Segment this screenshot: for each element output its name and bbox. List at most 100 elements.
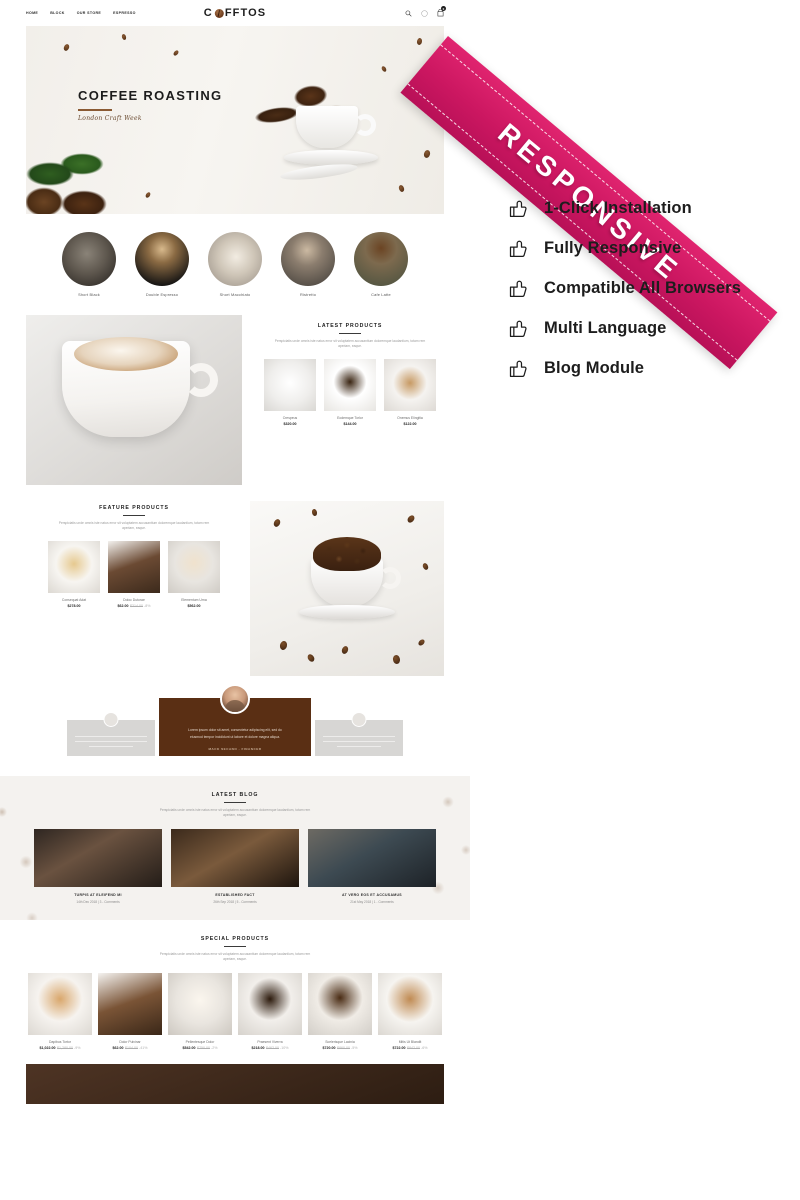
product-card[interactable]: Elementum Urna $562.00 xyxy=(168,541,220,608)
feature-label: Multi Language xyxy=(544,318,667,337)
product-image xyxy=(384,359,436,412)
category-item[interactable]: Cafe Latte xyxy=(354,232,408,297)
price-discount: -10% xyxy=(280,1046,289,1051)
product-image xyxy=(308,973,372,1036)
feature-label: Fully Responsive xyxy=(544,238,682,257)
feature-item: Blog Module xyxy=(508,348,788,388)
bean-decoration xyxy=(144,191,152,199)
product-price: $122.00 xyxy=(403,422,417,427)
product-name: Pellentesque Dolor xyxy=(185,1040,215,1045)
feature-item: 1-Click Installation xyxy=(508,188,788,228)
product-card[interactable]: Crespeus $320.00 xyxy=(264,359,316,426)
thumbs-up-icon xyxy=(508,198,528,218)
category-label: Ristretto xyxy=(299,292,317,297)
category-thumbnail xyxy=(354,232,408,286)
product-price: $562.00 xyxy=(187,604,201,609)
coffee-bean-icon xyxy=(214,8,224,18)
category-label: Double Espresso xyxy=(145,292,179,297)
cart-count-badge: 0 xyxy=(441,6,446,11)
section-subtitle: Perspiciatis unde omnis iste natus error… xyxy=(159,807,311,818)
section-divider xyxy=(224,945,246,947)
category-item[interactable]: Short Macchiato xyxy=(208,232,262,297)
blog-post-meta: 14th Dec 2018 | 3 - Comments xyxy=(76,900,120,905)
testimonial-text: Lorem ipsum dolor sit amet, consectetur … xyxy=(188,728,282,739)
section-divider xyxy=(224,801,246,803)
product-card[interactable]: Onemus Elingitia $122.00 xyxy=(384,359,436,426)
blog-post-card[interactable]: ESTABLISHED FACT 26th Sep 2018 | 5 - Com… xyxy=(171,829,299,904)
product-price: $62.00 $104.00-41% xyxy=(98,1046,162,1050)
testimonial-card-previous[interactable] xyxy=(67,712,155,756)
category-item[interactable]: Double Espresso xyxy=(135,232,189,297)
product-image xyxy=(378,973,442,1036)
product-card[interactable]: Mitis Ut Blandit $722.00 $842.00-6% xyxy=(378,973,442,1050)
thumbs-up-icon xyxy=(508,358,528,378)
product-image xyxy=(168,541,220,594)
section-subtitle: Perspiciatis unde omnis iste natus error… xyxy=(159,951,311,962)
promo-panel: RESPONSIVE 1-Click Installation Fully Re… xyxy=(400,0,800,1200)
product-name: Elementum Urna xyxy=(181,598,207,603)
price-discount: -41% xyxy=(139,1046,148,1051)
latte-feature-image xyxy=(26,315,242,485)
blog-post-card[interactable]: TURPIS AT ELEIFEND MI 14th Dec 2018 | 3 … xyxy=(34,829,162,904)
product-card[interactable]: Pellentesque Dolor $542.00 $750.00-2% xyxy=(168,973,232,1050)
price-current: $1,022.00 xyxy=(39,1046,56,1051)
bean-decoration xyxy=(62,43,71,52)
category-thumbnail xyxy=(208,232,262,286)
cart-icon[interactable]: 0 xyxy=(437,6,446,17)
section-title: SPECIAL PRODUCTS xyxy=(200,936,270,943)
price-original: $462.00 xyxy=(266,1046,280,1051)
nav-item-block[interactable]: BLOCK xyxy=(50,11,65,15)
blog-post-image xyxy=(34,829,162,888)
section-title: LATEST BLOG xyxy=(211,792,259,798)
hero-leaf-decoration xyxy=(26,144,114,214)
product-image xyxy=(238,973,302,1036)
product-name: Mitis Ut Blandit xyxy=(398,1040,422,1045)
category-thumbnail xyxy=(62,232,116,286)
category-item[interactable]: Ristretto xyxy=(281,232,335,297)
product-image xyxy=(28,973,92,1036)
price-original: $860.00 xyxy=(337,1046,351,1051)
main-navigation[interactable]: HOME BLOCK OUR STORE ESPRESSO xyxy=(26,11,136,15)
price-current: $62.00 xyxy=(112,1046,124,1051)
product-name: Crespeus xyxy=(282,416,298,421)
testimonial-author: MACK SECANO - FINANCER xyxy=(208,747,262,751)
product-card[interactable]: Eodemque Torlor $144.00 xyxy=(324,359,376,426)
search-icon[interactable] xyxy=(405,10,412,17)
product-card[interactable]: Dolor Pulvinar $62.00 $104.00-41% xyxy=(98,973,162,1050)
blog-post-card[interactable]: AT VERO EOS ET ACCUSAMUS 21st May 2018 |… xyxy=(308,829,436,904)
blog-post-meta: 26th Sep 2018 | 5 - Comments xyxy=(213,900,257,905)
user-icon[interactable] xyxy=(421,9,428,17)
price-original: $104.00 xyxy=(125,1046,139,1051)
testimonial-card-next[interactable] xyxy=(315,712,403,756)
product-card[interactable]: Dapibus Tortor $1,022.00 $1,280.00-9% xyxy=(28,973,92,1050)
coffee-beans-feature-image xyxy=(250,501,444,676)
latest-blog-section: LATEST BLOG Perspiciatis unde omnis iste… xyxy=(0,776,470,921)
avatar xyxy=(103,712,119,727)
product-image xyxy=(168,973,232,1036)
desktop-preview: HOME BLOCK OUR STORE ESPRESSO C FFTOS 0 xyxy=(0,0,470,1200)
product-card[interactable]: Consequat Adat $278.00 xyxy=(48,541,100,608)
header-tools: 0 xyxy=(405,6,446,17)
product-card[interactable]: Doloc Dutorae $62.00 $314.00-8% xyxy=(108,541,160,608)
category-label: Short Macchiato xyxy=(219,292,251,297)
category-thumbnail xyxy=(281,232,335,286)
product-image xyxy=(108,541,160,594)
category-list: Short Black Double Espresso Short Macchi… xyxy=(0,232,470,297)
nav-item-home[interactable]: HOME xyxy=(26,11,38,15)
bean-decoration xyxy=(422,149,432,159)
nav-item-our-store[interactable]: OUR STORE xyxy=(77,11,101,15)
feature-label: Blog Module xyxy=(544,358,645,377)
price-current: $722.00 xyxy=(392,1046,406,1051)
category-item[interactable]: Short Black xyxy=(62,232,116,297)
product-card[interactable]: Praesent Viverra $218.00 $462.00-10% xyxy=(238,973,302,1050)
nav-item-espresso[interactable]: ESPRESSO xyxy=(113,11,136,15)
special-products-section: SPECIAL PRODUCTS Perspiciatis unde omnis… xyxy=(0,920,470,1050)
product-name: Consequat Adat xyxy=(61,598,87,603)
category-thumbnail xyxy=(135,232,189,286)
product-card[interactable]: Scelerisque Lacinia $720.00 $860.00-5% xyxy=(308,973,372,1050)
site-logo[interactable]: C FFTOS xyxy=(204,7,266,19)
product-name: Dapibus Tortor xyxy=(49,1040,71,1045)
feature-item: Multi Language xyxy=(508,308,788,348)
feature-list: 1-Click Installation Fully Responsive Co… xyxy=(508,188,788,388)
hero-text-block: COFFEE ROASTING London Craft Week xyxy=(78,88,222,122)
